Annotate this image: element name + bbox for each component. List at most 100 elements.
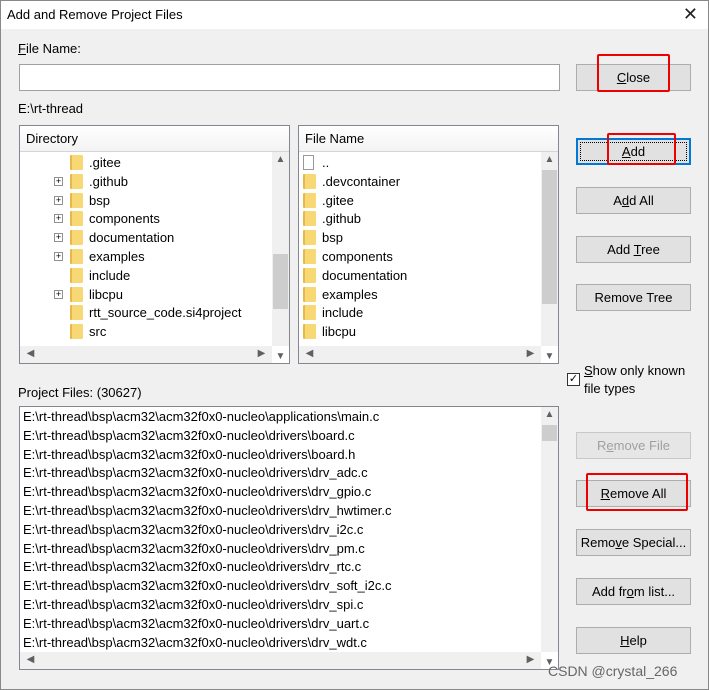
project-file-item[interactable]: E:\rt-thread\bsp\acm32\acm32f0x0-nucleo\… (23, 445, 355, 464)
file-item[interactable]: .devcontainer (303, 172, 400, 191)
directory-item[interactable]: examples (70, 247, 145, 266)
project-file-item[interactable]: E:\rt-thread\bsp\acm32\acm32f0x0-nucleo\… (23, 539, 365, 558)
directory-item[interactable]: include (70, 266, 130, 285)
directory-item[interactable]: documentation (70, 228, 174, 247)
scroll-left-icon[interactable]: ◀ (22, 654, 39, 665)
file-item[interactable]: bsp (303, 228, 343, 247)
expand-icon[interactable]: + (54, 252, 63, 261)
folder-icon (303, 192, 316, 208)
folder-icon (303, 173, 316, 189)
project-file-item[interactable]: E:\rt-thread\bsp\acm32\acm32f0x0-nucleo\… (23, 557, 361, 576)
remove-all-button[interactable]: Remove All (576, 480, 691, 507)
project-file-item[interactable]: E:\rt-thread\bsp\acm32\acm32f0x0-nucleo\… (23, 576, 392, 595)
scroll-up-icon[interactable]: ▲ (541, 154, 558, 165)
file-item[interactable]: examples (303, 285, 378, 304)
file-hscrollbar[interactable]: ◀ ▶ (299, 346, 541, 363)
file-item[interactable]: include (303, 303, 363, 322)
add-tree-button[interactable]: Add Tree (576, 236, 691, 263)
file-item[interactable]: components (303, 247, 393, 266)
title-bar: Add and Remove Project Files ✕ (1, 1, 708, 29)
directory-item[interactable]: .github (70, 172, 128, 191)
directory-item-label: include (89, 267, 131, 283)
directory-item-label: src (89, 324, 107, 340)
directory-item[interactable]: libcpu (70, 285, 123, 304)
project-file-item[interactable]: E:\rt-thread\bsp\acm32\acm32f0x0-nucleo\… (23, 614, 369, 633)
scroll-thumb[interactable] (542, 425, 557, 441)
folder-icon (303, 324, 316, 340)
scroll-down-icon[interactable]: ▼ (272, 351, 289, 362)
directory-vscrollbar[interactable]: ▲ ▼ (272, 152, 289, 362)
directory-item-label: examples (89, 249, 145, 264)
scroll-left-icon[interactable]: ◀ (301, 348, 318, 359)
project-file-item[interactable]: E:\rt-thread\bsp\acm32\acm32f0x0-nucleo\… (23, 482, 371, 501)
file-item[interactable]: documentation (303, 266, 407, 285)
file-name-header[interactable]: File Name (299, 126, 558, 152)
remove-file-button[interactable]: Remove File (576, 432, 691, 459)
add-from-list-button[interactable]: Add from list... (576, 578, 691, 605)
expand-icon[interactable]: + (54, 195, 63, 205)
folder-icon (70, 249, 83, 264)
project-hscrollbar[interactable]: ◀ ▶ (20, 652, 541, 669)
scroll-thumb[interactable] (273, 254, 288, 309)
expand-icon[interactable]: + (54, 289, 63, 299)
directory-item[interactable]: src (70, 322, 106, 341)
file-item[interactable]: .github (303, 209, 361, 228)
project-vscrollbar[interactable]: ▲ ▼ (541, 407, 558, 668)
project-file-item[interactable]: E:\rt-thread\bsp\acm32\acm32f0x0-nucleo\… (23, 426, 355, 445)
add-button[interactable]: Add (576, 138, 691, 165)
expand-icon[interactable]: + (54, 233, 63, 243)
scroll-right-icon[interactable]: ▶ (522, 348, 539, 359)
close-icon[interactable]: ✕ (683, 4, 698, 25)
project-files-list[interactable]: E:\rt-thread\bsp\acm32\acm32f0x0-nucleo\… (19, 406, 559, 670)
directory-item[interactable]: .gitee (70, 153, 121, 172)
expand-icon[interactable]: + (54, 214, 63, 224)
directory-tree[interactable]: Directory .gitee + .github + bsp + components +… (19, 125, 290, 364)
file-item[interactable]: .. (303, 153, 329, 172)
add-all-button[interactable]: Add All (576, 187, 691, 214)
scroll-down-icon[interactable]: ▼ (541, 351, 558, 362)
folder-icon (303, 286, 316, 302)
close-button[interactable]: Close (576, 64, 691, 91)
file-name-input[interactable] (19, 64, 560, 91)
scroll-left-icon[interactable]: ◀ (22, 348, 39, 359)
scroll-up-icon[interactable]: ▲ (541, 409, 558, 420)
file-item-label: include (322, 305, 364, 321)
watermark: CSDN @crystal_266 (548, 663, 678, 679)
expand-icon[interactable]: + (54, 176, 63, 186)
file-item[interactable]: libcpu (303, 322, 356, 341)
directory-item[interactable]: components (70, 209, 160, 228)
file-vscrollbar[interactable]: ▲ ▼ (541, 152, 558, 362)
remove-tree-button[interactable]: Remove Tree (576, 284, 691, 311)
show-known-label[interactable]: Show only known (584, 363, 685, 378)
project-file-item[interactable]: E:\rt-thread\bsp\acm32\acm32f0x0-nucleo\… (23, 501, 392, 520)
project-file-item[interactable]: E:\rt-thread\bsp\acm32\acm32f0x0-nucleo\… (23, 595, 363, 614)
file-item[interactable]: .gitee (303, 191, 354, 210)
scroll-up-icon[interactable]: ▲ (272, 154, 289, 165)
file-item-label: components (322, 249, 393, 264)
scroll-right-icon[interactable]: ▶ (253, 348, 270, 359)
remove-special-button[interactable]: Remove Special... (576, 529, 691, 556)
directory-header[interactable]: Directory (20, 126, 289, 152)
project-file-item[interactable]: E:\rt-thread\bsp\acm32\acm32f0x0-nucleo\… (23, 407, 379, 426)
project-file-item[interactable]: E:\rt-thread\bsp\acm32\acm32f0x0-nucleo\… (23, 463, 368, 482)
project-file-item[interactable]: E:\rt-thread\bsp\acm32\acm32f0x0-nucleo\… (23, 633, 367, 652)
file-name-label: File Name: (18, 41, 81, 56)
directory-item[interactable]: bsp (70, 191, 110, 210)
directory-item-label: .gitee (89, 155, 121, 170)
folder-icon (70, 173, 83, 189)
directory-item-label: bsp (89, 192, 110, 208)
directory-item-label: rtt_source_code.si4project (89, 305, 242, 321)
show-known-types-checkbox[interactable]: ✓ (567, 373, 580, 386)
directory-item[interactable]: rtt_source_code.si4project (70, 303, 241, 322)
file-item-label: libcpu (322, 324, 356, 340)
scroll-thumb[interactable] (542, 170, 557, 304)
help-button[interactable]: Help (576, 627, 691, 654)
current-path: E:\rt-thread (18, 101, 84, 116)
directory-hscrollbar[interactable]: ◀ ▶ (20, 346, 272, 363)
scroll-right-icon[interactable]: ▶ (522, 654, 539, 665)
directory-item-label: documentation (89, 230, 175, 246)
project-file-item[interactable]: E:\rt-thread\bsp\acm32\acm32f0x0-nucleo\… (23, 520, 363, 539)
show-known-label-line2[interactable]: file types (584, 381, 635, 396)
file-list[interactable]: File Name .. .devcontainer .gitee .github bs… (298, 125, 559, 364)
folder-icon (70, 324, 83, 340)
